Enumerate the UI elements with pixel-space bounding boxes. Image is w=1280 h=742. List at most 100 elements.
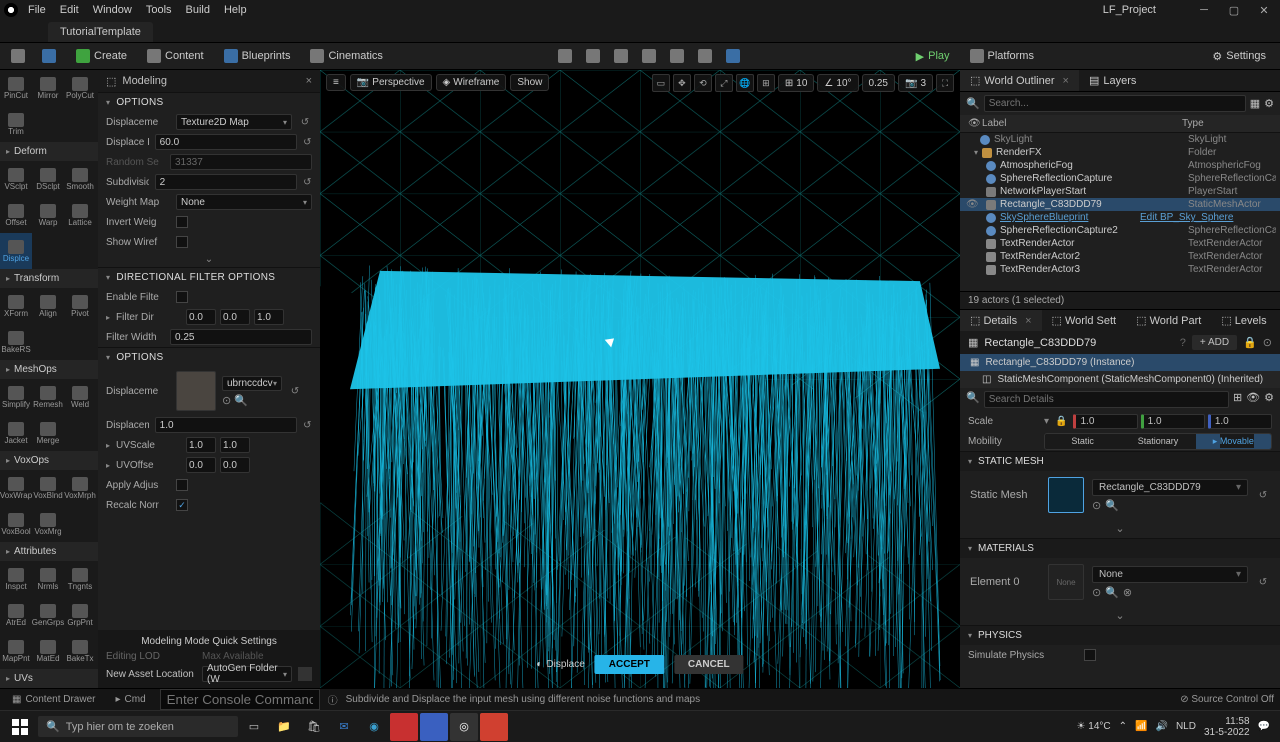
anim-tool[interactable]	[721, 46, 745, 66]
category-voxops[interactable]: VoxOps	[0, 451, 98, 470]
details-search[interactable]	[984, 391, 1229, 408]
filter-dir-y[interactable]	[220, 309, 250, 325]
brush-tool[interactable]	[637, 46, 661, 66]
content-drawer-button[interactable]: ▦ Content Drawer	[6, 692, 101, 707]
mail-icon[interactable]: ✉	[330, 713, 358, 741]
tool-jacket[interactable]: Jacket	[0, 415, 32, 451]
apply-adj-checkbox[interactable]	[176, 479, 188, 491]
outliner-item[interactable]: 👁Rectangle_C83DDD79StaticMeshActor	[960, 198, 1280, 211]
camera-speed[interactable]: 📷 3	[898, 74, 933, 92]
tool-pivot[interactable]: Pivot	[64, 288, 96, 324]
filter-dir-z[interactable]	[254, 309, 284, 325]
settings-button[interactable]: ⚙ Settings	[1204, 47, 1274, 66]
tool-displce[interactable]: Displce	[0, 233, 32, 269]
tool-voxblnd[interactable]: VoxBlnd	[32, 470, 64, 506]
menu-window[interactable]: Window	[93, 4, 132, 16]
network-icon[interactable]: 📶	[1135, 721, 1147, 732]
invert-weights-checkbox[interactable]	[176, 216, 188, 228]
uvoffset-y[interactable]	[220, 457, 250, 473]
mesh-tool[interactable]	[665, 46, 689, 66]
scale-x[interactable]: 1.0	[1073, 414, 1137, 429]
reset-icon[interactable]: ↺	[288, 384, 302, 398]
material-thumbnail[interactable]: None	[1048, 564, 1084, 600]
start-button[interactable]	[4, 713, 36, 741]
maximize-viewport-icon[interactable]: ⛶	[936, 74, 954, 92]
material-select[interactable]: None	[1092, 566, 1248, 583]
component-row[interactable]: ▦Rectangle_C83DDD79 (Instance)	[960, 354, 1280, 371]
dir-filter-header[interactable]: Directional Filter Options	[98, 268, 320, 287]
maximize-button[interactable]: ▢	[1222, 2, 1246, 18]
outliner-item[interactable]: SphereReflectionCapture2SphereReflection…	[960, 224, 1280, 237]
outliner-item[interactable]: AtmosphericFogAtmosphericFog	[960, 159, 1280, 172]
tool-tngnts[interactable]: Tngnts	[64, 561, 96, 597]
console-input[interactable]	[160, 689, 320, 710]
gear-icon[interactable]: ⚙	[1264, 391, 1274, 408]
menu-help[interactable]: Help	[224, 4, 247, 16]
quick-settings-header[interactable]: Modeling Mode Quick Settings	[102, 634, 316, 649]
close-icon[interactable]: ×	[1063, 75, 1069, 87]
app-icon[interactable]	[480, 713, 508, 741]
mode-selector[interactable]	[34, 46, 64, 66]
reset-icon[interactable]: ⊗	[1123, 586, 1132, 599]
tab-details[interactable]: ⬚ Details×	[960, 310, 1042, 331]
tool-grppnt[interactable]: GrpPnt	[64, 597, 96, 633]
tool-lattice[interactable]: Lattice	[64, 197, 96, 233]
tab-world-outliner[interactable]: ⬚ World Outliner×	[960, 70, 1079, 91]
tool-baketx[interactable]: BakeTx	[64, 633, 96, 669]
browse-icon[interactable]: ⊙	[1263, 336, 1272, 349]
angle-snap[interactable]: ∠ 10°	[817, 74, 858, 92]
tool-dsclpt[interactable]: DSclpt	[32, 161, 64, 197]
tool-voxbool[interactable]: VoxBool	[0, 506, 32, 542]
reset-icon[interactable]: ↺	[303, 135, 312, 149]
viewport-menu[interactable]: ≡	[326, 74, 346, 91]
filter-icon[interactable]: ▦	[1250, 97, 1260, 110]
show-wireframe-checkbox[interactable]	[176, 236, 188, 248]
tool-weld[interactable]: Weld	[64, 379, 96, 415]
viewport[interactable]: ≡ 📷 Perspective ◈ Wireframe Show ▭ ✥ ⟲ ⤢…	[320, 70, 960, 688]
tool-warp[interactable]: Warp	[32, 197, 64, 233]
reset-icon[interactable]: ↺	[303, 418, 312, 432]
app-icon[interactable]	[390, 713, 418, 741]
search-icon[interactable]: 🔍	[234, 394, 248, 407]
tool-smooth[interactable]: Smooth	[64, 161, 96, 197]
tool-mappnt[interactable]: MapPnt	[0, 633, 32, 669]
texture-thumbnail[interactable]	[176, 371, 216, 411]
physics-header[interactable]: Physics	[960, 625, 1280, 645]
outliner-item[interactable]: SphereReflectionCaptureSphereReflectionC…	[960, 172, 1280, 185]
tab-world-sett[interactable]: ⬚ World Sett	[1042, 310, 1127, 331]
store-icon[interactable]: 🛍	[300, 713, 328, 741]
unreal-icon[interactable]: ◎	[450, 713, 478, 741]
expand-section[interactable]: ⌄	[960, 519, 1280, 538]
tool-inspct[interactable]: Inspct	[0, 561, 32, 597]
outliner-item[interactable]: TextRenderActor2TextRenderActor	[960, 250, 1280, 263]
filter-width-input[interactable]	[170, 329, 312, 345]
texture-select[interactable]: ubrnccdcv	[222, 376, 282, 391]
displace-int-input[interactable]	[155, 134, 297, 150]
tool-gengrps[interactable]: GenGrps	[32, 597, 64, 633]
view-show[interactable]: Show	[510, 74, 549, 91]
platforms-button[interactable]: Platforms	[962, 46, 1042, 66]
blueprints-button[interactable]: Blueprints	[216, 46, 299, 66]
materials-header[interactable]: Materials	[960, 538, 1280, 558]
enable-filter-checkbox[interactable]	[176, 291, 188, 303]
tool-merge[interactable]: Merge	[32, 415, 64, 451]
source-control-status[interactable]: ⊘ Source Control Off	[1180, 694, 1274, 705]
tool-bakers[interactable]: BakeRS	[0, 324, 32, 360]
select-tool[interactable]	[553, 46, 577, 66]
reset-icon[interactable]: ↺	[303, 175, 312, 189]
tool-mirror[interactable]: Mirror	[32, 70, 64, 106]
outliner-folder[interactable]: ▾RenderFXFolder	[960, 146, 1280, 159]
options2-header[interactable]: Options	[98, 348, 320, 367]
menu-edit[interactable]: Edit	[60, 4, 79, 16]
find-icon[interactable]: 🔍	[1105, 499, 1119, 512]
category-deform[interactable]: Deform	[0, 142, 98, 161]
recalc-normals-checkbox[interactable]	[176, 499, 188, 511]
tab-world-part[interactable]: ⬚ World Part	[1126, 310, 1211, 331]
category-attributes[interactable]: Attributes	[0, 542, 98, 561]
weightmap-select[interactable]: None	[176, 194, 312, 210]
outliner-item[interactable]: NetworkPlayerStartPlayerStart	[960, 185, 1280, 198]
displacement-select[interactable]: Texture2D Map	[176, 114, 292, 130]
use-icon[interactable]: ⊙	[1092, 499, 1101, 512]
mesh-thumbnail[interactable]	[1048, 477, 1084, 513]
view-perspective[interactable]: 📷 Perspective	[350, 74, 432, 91]
